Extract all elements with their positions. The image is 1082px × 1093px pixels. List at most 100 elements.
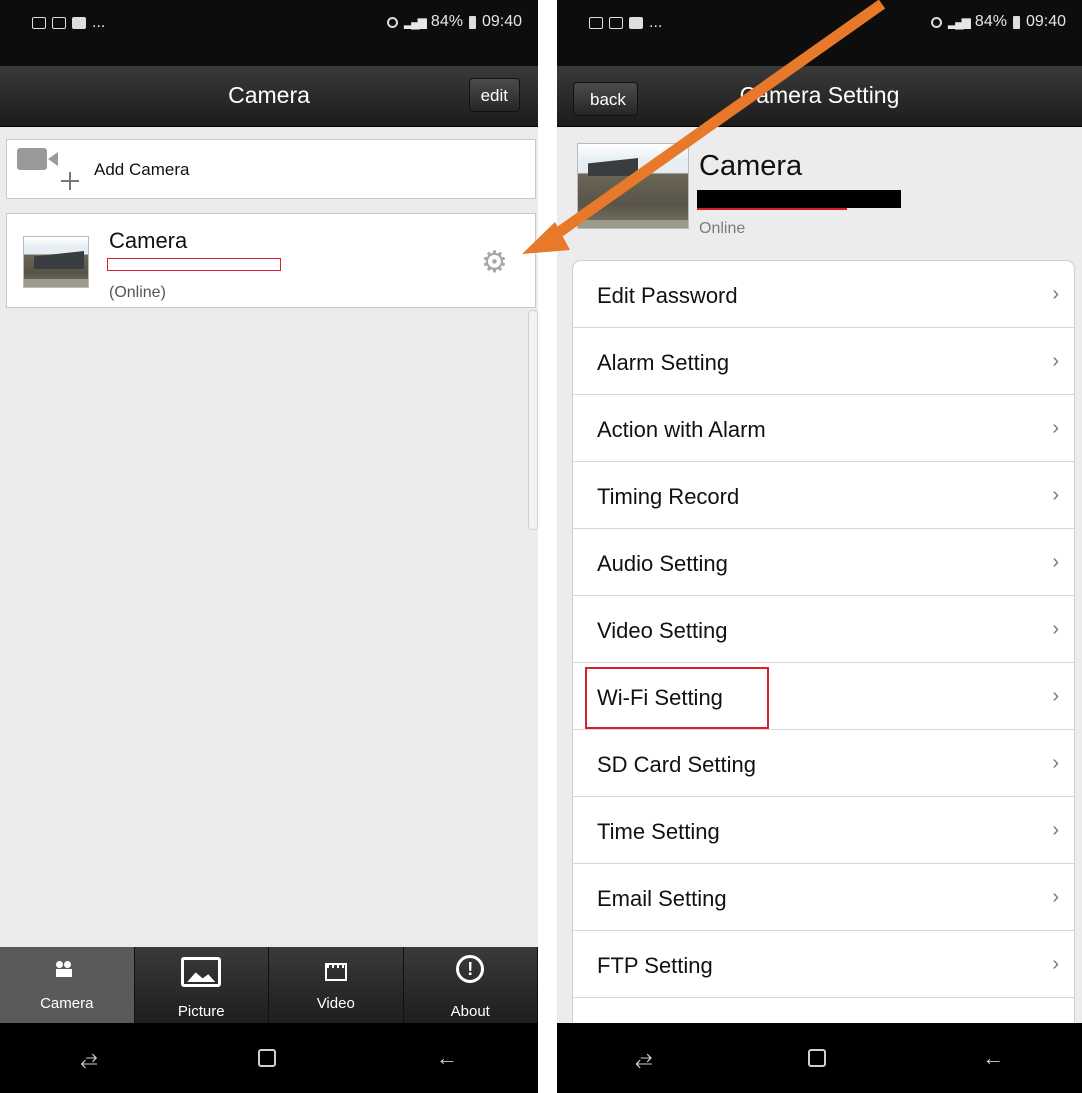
camera-list-screen: ... ▂▄▆ 84% 09:40 Camera edit Add Camera… bbox=[0, 0, 538, 1093]
battery-icon bbox=[468, 15, 476, 29]
setting-label: Action with Alarm bbox=[597, 417, 766, 442]
camera-tab-icon bbox=[55, 961, 78, 977]
chevron-right-icon: › bbox=[1052, 685, 1059, 707]
chevron-right-icon: › bbox=[1052, 350, 1059, 372]
battery-percent: 84% bbox=[974, 13, 1007, 30]
status-bar: ... ▂▄▆ 84% 09:40 bbox=[0, 0, 538, 66]
redacted-camera-id bbox=[107, 258, 281, 271]
setting-video[interactable]: Video Setting › bbox=[573, 596, 1074, 663]
redacted-camera-id bbox=[697, 190, 901, 208]
camera-name: Camera bbox=[699, 150, 803, 182]
home-icon[interactable] bbox=[808, 1049, 827, 1067]
setting-label: Timing Record bbox=[597, 484, 740, 509]
mail-icon bbox=[52, 17, 66, 29]
setting-label: Email Setting bbox=[597, 886, 727, 911]
recents-icon[interactable]: ⥄ bbox=[80, 1045, 98, 1071]
chevron-right-icon: › bbox=[1052, 484, 1059, 506]
setting-timing-record[interactable]: Timing Record › bbox=[573, 462, 1074, 529]
setting-edit-password[interactable]: Edit Password › bbox=[573, 261, 1074, 328]
chevron-right-icon: › bbox=[1052, 886, 1059, 908]
tab-about[interactable]: ! About bbox=[404, 947, 538, 1023]
system-nav-bar: ⥄ ← bbox=[0, 1023, 538, 1093]
camera-info-header: Camera Online bbox=[557, 126, 1082, 254]
more-notifications: ... bbox=[649, 14, 663, 31]
add-camera-label: Add Camera bbox=[94, 160, 190, 179]
tab-video-label: Video bbox=[316, 995, 355, 1012]
clock: 09:40 bbox=[481, 13, 522, 30]
camera-name: Camera bbox=[109, 228, 188, 253]
setting-label: Alarm Setting bbox=[597, 350, 730, 375]
facebook-icon bbox=[629, 17, 643, 29]
signal-icon: ▂▄▆ bbox=[947, 15, 971, 29]
setting-action-with-alarm[interactable]: Action with Alarm › bbox=[573, 395, 1074, 462]
tab-about-label: About bbox=[450, 1003, 490, 1020]
setting-label: Wi-Fi Setting bbox=[597, 685, 723, 710]
chevron-right-icon: › bbox=[1052, 618, 1059, 640]
setting-label: Video Setting bbox=[597, 618, 728, 643]
camera-status: Online bbox=[699, 220, 746, 237]
add-camera-button[interactable]: Add Camera bbox=[6, 139, 536, 199]
gallery-icon bbox=[32, 17, 46, 29]
setting-alarm[interactable]: Alarm Setting › bbox=[573, 328, 1074, 395]
setting-ftp[interactable]: FTP Setting › bbox=[573, 931, 1074, 998]
recents-icon[interactable]: ⥄ bbox=[635, 1045, 653, 1071]
clock: 09:40 bbox=[1025, 13, 1066, 30]
setting-sd-card[interactable]: SD Card Setting › bbox=[573, 730, 1074, 797]
setting-time[interactable]: Time Setting › bbox=[573, 797, 1074, 864]
back-button[interactable]: back bbox=[573, 82, 638, 116]
tab-camera[interactable]: Camera bbox=[0, 947, 135, 1023]
gear-icon[interactable]: ⚙ bbox=[481, 248, 508, 278]
setting-label: Time Setting bbox=[597, 819, 720, 844]
page-title: Camera bbox=[228, 82, 310, 108]
redaction-underline bbox=[697, 208, 847, 210]
camera-list-item[interactable]: Camera (Online) ⚙ bbox=[6, 213, 536, 308]
battery-icon bbox=[1012, 15, 1020, 29]
bottom-tab-bar: Camera Picture Video ! About bbox=[0, 947, 538, 1023]
edit-button[interactable]: edit bbox=[468, 78, 520, 112]
chevron-right-icon: › bbox=[1052, 819, 1059, 841]
setting-label: FTP Setting bbox=[597, 953, 713, 978]
setting-label: Edit Password bbox=[597, 283, 738, 308]
setting-label: SD Card Setting bbox=[597, 752, 756, 777]
mail-icon bbox=[609, 17, 623, 29]
chevron-right-icon: › bbox=[1052, 417, 1059, 439]
setting-wifi[interactable]: Wi-Fi Setting › bbox=[573, 663, 1074, 730]
settings-list: Edit Password › Alarm Setting › Action w… bbox=[572, 260, 1075, 1040]
add-camera-icon bbox=[17, 148, 81, 190]
gallery-icon bbox=[589, 17, 603, 29]
tab-video[interactable]: Video bbox=[269, 947, 404, 1023]
alarm-icon bbox=[386, 16, 398, 28]
status-bar: ... ▂▄▆ 84% 09:40 bbox=[557, 0, 1082, 66]
chevron-right-icon: › bbox=[1052, 752, 1059, 774]
more-notifications: ... bbox=[92, 14, 106, 31]
chevron-right-icon: › bbox=[1052, 551, 1059, 573]
notification-icons: ... bbox=[589, 14, 662, 32]
signal-icon: ▂▄▆ bbox=[403, 15, 427, 29]
camera-setting-screen: ... ▂▄▆ 84% 09:40 Camera Setting back Ca… bbox=[557, 0, 1082, 1093]
back-arrow-icon[interactable]: ← bbox=[436, 1045, 458, 1071]
back-arrow-icon[interactable]: ← bbox=[982, 1045, 1004, 1071]
camera-status: (Online) bbox=[109, 284, 166, 301]
battery-percent: 84% bbox=[430, 13, 463, 30]
picture-icon bbox=[181, 957, 222, 987]
setting-audio[interactable]: Audio Setting › bbox=[573, 529, 1074, 596]
system-status: ▂▄▆ 84% 09:40 bbox=[386, 13, 522, 31]
setting-email[interactable]: Email Setting › bbox=[573, 864, 1074, 931]
system-status: ▂▄▆ 84% 09:40 bbox=[930, 13, 1066, 31]
tab-camera-label: Camera bbox=[40, 995, 94, 1012]
facebook-icon bbox=[72, 17, 86, 29]
video-icon bbox=[324, 963, 347, 981]
system-nav-bar: ⥄ ← bbox=[557, 1023, 1082, 1093]
chevron-right-icon: › bbox=[1052, 283, 1059, 305]
top-nav-bar: Camera Setting back bbox=[557, 66, 1082, 127]
scroll-indicator bbox=[528, 310, 538, 530]
tab-picture[interactable]: Picture bbox=[135, 947, 269, 1023]
camera-thumbnail bbox=[23, 236, 89, 288]
home-icon[interactable] bbox=[257, 1049, 276, 1067]
tab-picture-label: Picture bbox=[177, 1003, 225, 1020]
setting-label: Audio Setting bbox=[597, 551, 728, 576]
info-icon: ! bbox=[456, 955, 485, 983]
camera-thumbnail bbox=[577, 143, 689, 229]
top-nav-bar: Camera edit bbox=[0, 66, 538, 127]
chevron-right-icon: › bbox=[1052, 953, 1059, 975]
